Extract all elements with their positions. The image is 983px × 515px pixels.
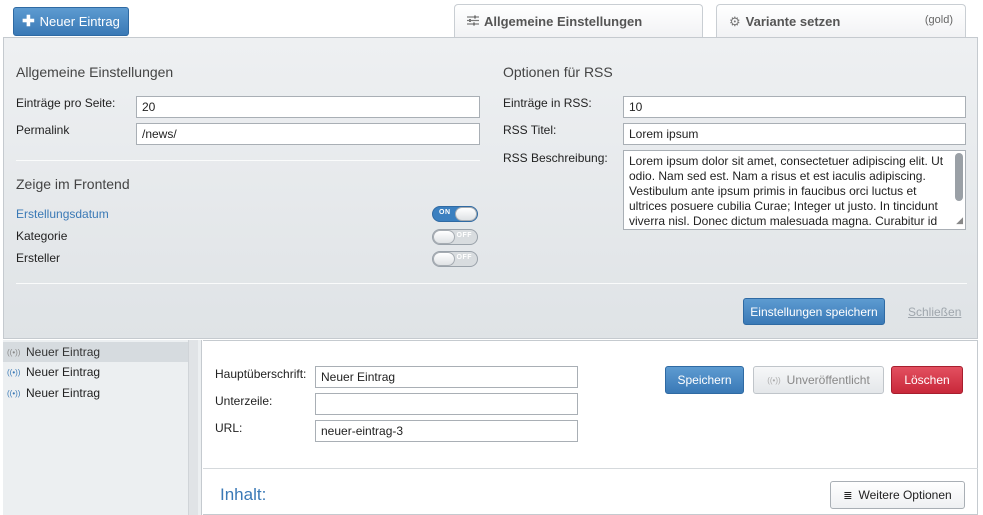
delete-button[interactable]: Löschen xyxy=(891,366,963,394)
divider xyxy=(203,468,978,469)
toggle-knob xyxy=(455,207,477,221)
permalink-label: Permalink xyxy=(16,123,70,137)
settings-panel: Allgemeine Einstellungen Einträge pro Se… xyxy=(3,37,978,339)
broadcast-icon: ((•)) xyxy=(767,375,781,385)
sliders-icon xyxy=(467,14,479,29)
rss-icon: ((•)) xyxy=(7,388,21,398)
divider xyxy=(16,283,967,284)
toggle-state: OFF xyxy=(456,232,472,239)
resize-grip-icon[interactable]: ◢ xyxy=(956,213,963,228)
rss-count-label: Einträge in RSS: xyxy=(503,96,592,110)
divider xyxy=(16,160,480,161)
unpublished-button[interactable]: ((•)) Unveröffentlicht xyxy=(753,366,884,394)
list-item[interactable]: ((•)) Neuer Eintrag xyxy=(3,362,188,382)
frontend-item-label: Kategorie xyxy=(16,229,68,243)
list-icon: ≣ xyxy=(843,489,853,502)
tab-label: Variante setzen xyxy=(745,14,841,29)
headline-label: Hauptüberschrift: xyxy=(215,367,307,381)
gear-icon: ⚙ xyxy=(729,13,741,29)
permalink-input[interactable] xyxy=(136,123,480,145)
subline-label: Unterzeile: xyxy=(215,394,273,408)
creator-toggle[interactable]: OFF xyxy=(432,251,478,267)
general-settings-title: Allgemeine Einstellungen xyxy=(16,64,174,80)
plus-icon: ✚ xyxy=(22,13,35,30)
save-button[interactable]: Speichern xyxy=(665,366,744,394)
creation-date-toggle[interactable]: ON xyxy=(432,206,478,222)
rss-icon: ((•)) xyxy=(7,347,21,357)
save-settings-button[interactable]: Einstellungen speichern xyxy=(743,298,885,325)
headline-input[interactable] xyxy=(315,366,578,388)
toggle-knob xyxy=(433,230,455,244)
rss-description-text: Lorem ipsum dolor sit amet, consectetuer… xyxy=(629,154,944,228)
category-toggle[interactable]: OFF xyxy=(432,229,478,245)
url-input[interactable] xyxy=(315,420,578,442)
rss-options-title: Optionen für RSS xyxy=(503,64,613,80)
frontend-item-label: Erstellungsdatum xyxy=(16,207,109,221)
toggle-state: OFF xyxy=(456,254,472,261)
url-label: URL: xyxy=(215,421,243,435)
subline-input[interactable] xyxy=(315,393,578,415)
rss-description-textarea[interactable]: Lorem ipsum dolor sit amet, consectetuer… xyxy=(623,150,966,230)
rss-icon: ((•)) xyxy=(7,367,21,377)
tab-variant[interactable]: ⚙ Variante setzen (gold) xyxy=(716,4,966,38)
list-item-label: Neuer Eintrag xyxy=(26,386,101,400)
list-item-label: Neuer Eintrag xyxy=(26,345,101,359)
more-options-button[interactable]: ≣ Weitere Optionen xyxy=(830,481,965,509)
content-heading: Inhalt: xyxy=(220,485,267,504)
list-item[interactable]: ((•)) Neuer Eintrag xyxy=(3,383,188,403)
rss-description-label: RSS Beschreibung: xyxy=(503,151,608,165)
variant-badge: (gold) xyxy=(924,14,953,26)
per-page-input[interactable] xyxy=(136,96,480,118)
app-root: ✚ Neuer Eintrag Allgemeine Einstellungen… xyxy=(0,0,983,515)
textarea-scrollbar[interactable] xyxy=(955,153,963,201)
tab-general-settings[interactable]: Allgemeine Einstellungen xyxy=(454,4,703,38)
toggle-knob xyxy=(433,252,455,266)
list-item[interactable]: ((•)) Neuer Eintrag xyxy=(3,342,188,362)
rss-count-input[interactable] xyxy=(623,96,966,118)
new-entry-button[interactable]: ✚ Neuer Eintrag xyxy=(13,7,129,36)
more-options-label: Weitere Optionen xyxy=(858,488,952,502)
unpublished-label: Unveröffentlicht xyxy=(786,373,870,387)
close-link[interactable]: Schließen xyxy=(908,305,961,319)
toggle-state: ON xyxy=(439,209,451,216)
rss-title-label: RSS Titel: xyxy=(503,123,557,137)
per-page-label: Einträge pro Seite: xyxy=(16,96,116,110)
rss-title-input[interactable] xyxy=(623,123,966,145)
list-item-label: Neuer Eintrag xyxy=(26,365,101,379)
frontend-title: Zeige im Frontend xyxy=(16,176,130,192)
new-entry-label: Neuer Eintrag xyxy=(39,14,120,29)
entry-list-scrollbar[interactable] xyxy=(188,340,198,515)
frontend-item-label: Ersteller xyxy=(16,251,61,265)
tab-label: Allgemeine Einstellungen xyxy=(484,14,643,29)
